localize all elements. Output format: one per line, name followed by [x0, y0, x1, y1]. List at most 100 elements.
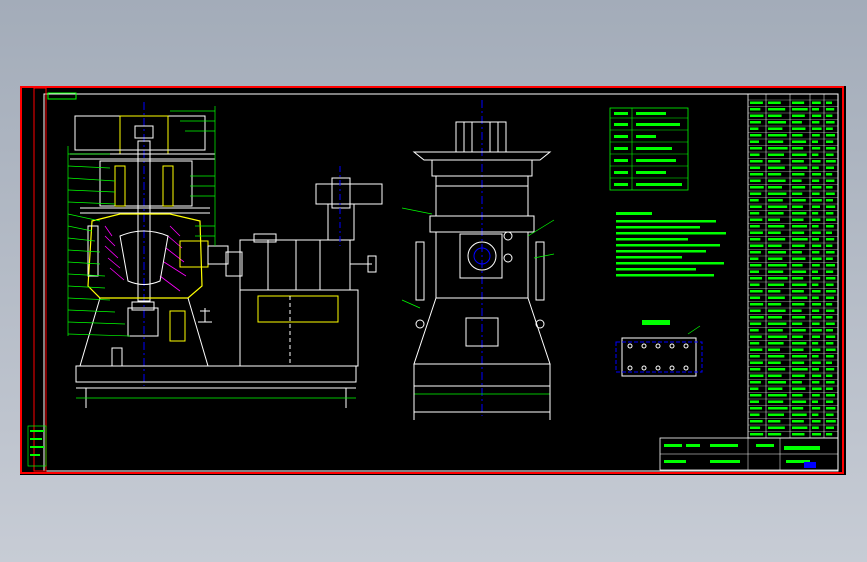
technical-requirements-notes: [616, 212, 726, 277]
bom-cell-text: [792, 296, 808, 299]
bom-cell-text: [768, 374, 782, 377]
bom-cell-text: [768, 361, 781, 364]
bom-cell-text: [768, 355, 785, 358]
bom-cell-text: [768, 394, 787, 397]
bom-cell-text: [812, 368, 819, 371]
bom-cell-text: [750, 355, 760, 358]
bom-cell-text: [750, 199, 759, 202]
bom-cell-text: [812, 231, 821, 234]
bom-cell-text: [792, 283, 807, 286]
bom-cell-text: [792, 309, 802, 312]
bom-cell-text: [826, 166, 834, 169]
bom-cell-text: [812, 121, 820, 124]
bom-cell-text: [750, 147, 763, 150]
bom-cell-text: [750, 153, 760, 156]
bom-cell-text: [768, 322, 787, 325]
bom-cell-text: [826, 361, 832, 364]
bom-cell-text: [750, 309, 761, 312]
bom-cell-text: [812, 309, 820, 312]
bom-cell-text: [750, 400, 759, 403]
bom-cell-text: [768, 101, 781, 104]
bom-cell-text: [826, 290, 836, 293]
bom-cell-text: [792, 303, 805, 306]
bom-cell-text: [792, 420, 804, 423]
bom-cell-text: [750, 374, 764, 377]
bom-cell-text: [812, 400, 818, 403]
bom-cell-text: [826, 134, 835, 137]
bom-cell-text: [826, 283, 834, 286]
bom-cell-text: [812, 374, 822, 377]
bom-cell-text: [750, 121, 761, 124]
bom-cell-text: [826, 420, 836, 423]
bom-cell-text: [750, 413, 760, 416]
bom-cell-text: [826, 179, 835, 182]
bom-cell-text: [792, 290, 804, 293]
bom-cell-text: [812, 153, 819, 156]
bom-cell-text: [826, 225, 834, 228]
bom-cell-text: [812, 394, 820, 397]
bom-cell-text: [826, 114, 833, 117]
bill-of-materials: [747, 93, 839, 439]
bom-cell-text: [826, 368, 835, 371]
bom-cell-text: [768, 381, 786, 384]
bom-cell-text: [792, 101, 805, 104]
bom-cell-text: [826, 426, 834, 429]
bom-cell-text: [812, 361, 821, 364]
bom-cell-text: [792, 153, 807, 156]
bom-cell-text: [750, 303, 764, 306]
bom-cell-text: [792, 212, 807, 215]
bom-cell-text: [826, 147, 836, 150]
bom-cell-text: [750, 257, 759, 260]
bom-cell-text: [750, 329, 759, 332]
bom-cell-text: [750, 420, 763, 423]
bom-cell-text: [826, 303, 833, 306]
bom-cell-text: [812, 199, 822, 202]
bom-cell-text: [826, 199, 833, 202]
bom-cell-text: [792, 179, 802, 182]
bom-cell-text: [812, 205, 820, 208]
bom-cell-text: [826, 121, 835, 124]
bom-cell-text: [826, 296, 834, 299]
section-hatching: [104, 225, 187, 292]
bom-cell-text: [812, 413, 819, 416]
bom-cell-text: [768, 368, 786, 371]
bom-cell-text: [768, 251, 786, 254]
bom-cell-text: [812, 303, 821, 306]
bom-cell-text: [768, 420, 781, 423]
bom-cell-text: [768, 407, 788, 410]
bom-cell-text: [792, 426, 808, 429]
bom-cell-text: [812, 212, 819, 215]
bom-cell-text: [768, 166, 785, 169]
bom-cell-text: [750, 348, 763, 351]
bom-cell-text: [812, 160, 821, 163]
bom-cell-text: [826, 173, 833, 176]
bom-cell-text: [792, 127, 806, 130]
bom-cell-text: [792, 205, 803, 208]
bom-cell-text: [792, 225, 808, 228]
bom-cell-text: [792, 270, 807, 273]
part-leader-lines-right: [170, 106, 216, 246]
motor-body: [239, 239, 351, 291]
bom-cell-text: [768, 270, 784, 273]
cad-drawing-viewport[interactable]: [20, 86, 846, 475]
bom-cell-text: [826, 433, 833, 436]
title-block-mark: [804, 462, 816, 468]
bom-cell-text: [792, 361, 805, 364]
eccentric-bushing: [179, 240, 209, 268]
bom-cell-text: [826, 335, 836, 338]
bom-cell-text: [768, 121, 786, 124]
bom-cell-text: [792, 316, 806, 319]
bom-cell-text: [812, 355, 819, 358]
bom-cell-text: [826, 348, 836, 351]
bom-cell-text: [750, 101, 763, 104]
bom-cell-text: [768, 244, 782, 247]
bom-cell-text: [750, 160, 763, 163]
bom-cell-text: [750, 290, 763, 293]
bom-cell-text: [750, 433, 764, 436]
bom-cell-text: [750, 387, 759, 390]
gearbox-top: [315, 183, 383, 205]
bom-cell-text: [792, 413, 807, 416]
bom-cell-text: [768, 186, 782, 189]
bom-cell-text: [792, 140, 807, 143]
bom-cell-text: [826, 407, 836, 410]
